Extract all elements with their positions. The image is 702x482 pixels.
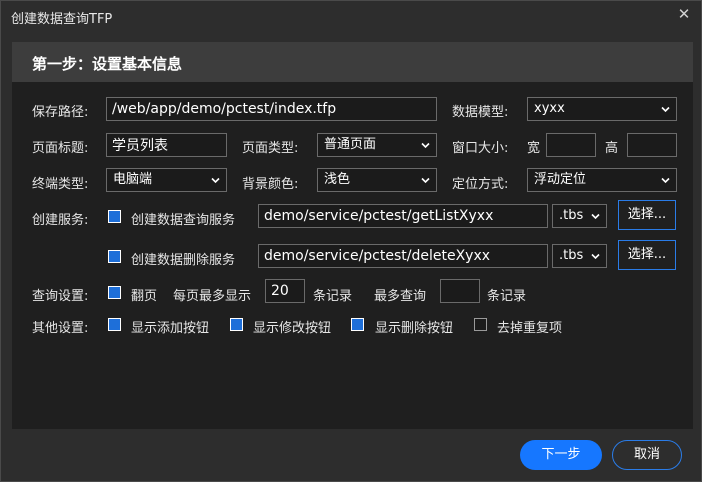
- show-add-label: 显示添加按钮: [131, 321, 210, 336]
- chevron-down-icon: [661, 105, 670, 114]
- records-label: 条记录: [313, 289, 353, 304]
- delete-service-checkbox[interactable]: [108, 250, 121, 263]
- data-model-label: 数据模型:: [452, 105, 509, 120]
- data-model-value: xyxx: [534, 101, 565, 116]
- choose-query-service-button[interactable]: 选择...: [618, 200, 676, 230]
- records-label-2: 条记录: [487, 289, 527, 304]
- query-service-ext-select[interactable]: .tbs: [552, 204, 607, 228]
- bg-color-value: 浅色: [324, 172, 351, 187]
- dialog-window: 创建数据查询TFP ✕ 第一步：设置基本信息 保存路径: 数据模型: xyxx …: [0, 0, 702, 482]
- chevron-down-icon: [211, 176, 220, 185]
- show-edit-checkbox[interactable]: [230, 318, 243, 331]
- page-type-value: 普通页面: [324, 137, 377, 152]
- show-edit-label: 显示修改按钮: [253, 321, 332, 336]
- chevron-down-icon: [591, 252, 600, 261]
- terminal-type-label: 终端类型:: [32, 177, 89, 192]
- terminal-type-select[interactable]: 电脑端: [106, 168, 227, 192]
- per-page-label: 每页最多显示: [173, 289, 252, 304]
- close-icon[interactable]: ✕: [675, 5, 693, 23]
- save-path-input[interactable]: [106, 97, 437, 121]
- paging-checkbox[interactable]: [108, 286, 121, 299]
- next-button[interactable]: 下一步: [520, 440, 602, 470]
- position-value: 浮动定位: [534, 172, 587, 187]
- delete-service-path-input[interactable]: [258, 244, 548, 268]
- bg-color-label: 背景颜色:: [242, 177, 299, 192]
- other-settings-label: 其他设置:: [32, 321, 89, 336]
- step-header: 第一步：设置基本信息: [12, 42, 693, 82]
- window-title: 创建数据查询TFP: [11, 12, 113, 27]
- width-label: 宽: [527, 141, 541, 156]
- dedupe-checkbox[interactable]: [474, 318, 487, 331]
- data-model-select[interactable]: xyxx: [527, 97, 677, 121]
- paging-label: 翻页: [131, 289, 158, 304]
- query-service-ext-value: .tbs: [559, 208, 584, 223]
- page-title-input[interactable]: [106, 133, 227, 157]
- create-service-label: 创建服务:: [32, 213, 89, 228]
- choose-delete-service-button[interactable]: 选择...: [618, 240, 676, 270]
- chevron-down-icon: [421, 141, 430, 150]
- query-service-path-input[interactable]: [258, 204, 548, 228]
- cancel-button[interactable]: 取消: [612, 440, 682, 470]
- chevron-down-icon: [661, 176, 670, 185]
- position-label: 定位方式:: [452, 177, 509, 192]
- step-title: 第一步：设置基本信息: [32, 55, 183, 73]
- terminal-type-value: 电脑端: [113, 172, 153, 187]
- query-service-label: 创建数据查询服务: [131, 213, 236, 228]
- delete-service-ext-select[interactable]: .tbs: [552, 244, 607, 268]
- window-size-label: 窗口大小:: [452, 141, 509, 156]
- delete-service-label: 创建数据删除服务: [131, 253, 236, 268]
- height-input[interactable]: [627, 133, 677, 157]
- max-query-input[interactable]: [440, 279, 480, 303]
- show-delete-label: 显示删除按钮: [375, 321, 454, 336]
- show-delete-checkbox[interactable]: [351, 318, 364, 331]
- query-service-checkbox[interactable]: [108, 210, 121, 223]
- max-query-label: 最多查询: [374, 289, 427, 304]
- title-bar: 创建数据查询TFP ✕: [1, 1, 701, 31]
- delete-service-ext-value: .tbs: [559, 248, 584, 263]
- dedupe-label: 去掉重复项: [497, 321, 563, 336]
- page-title-label: 页面标题:: [32, 141, 89, 156]
- page-type-label: 页面类型:: [242, 141, 299, 156]
- chevron-down-icon: [591, 212, 600, 221]
- page-type-select[interactable]: 普通页面: [317, 133, 437, 157]
- save-path-label: 保存路径:: [32, 105, 89, 120]
- width-input[interactable]: [546, 133, 596, 157]
- bg-color-select[interactable]: 浅色: [317, 168, 437, 192]
- position-select[interactable]: 浮动定位: [527, 168, 677, 192]
- show-add-checkbox[interactable]: [108, 318, 121, 331]
- per-page-input[interactable]: [265, 279, 305, 303]
- height-label: 高: [605, 141, 619, 156]
- query-settings-label: 查询设置:: [32, 289, 89, 304]
- chevron-down-icon: [421, 176, 430, 185]
